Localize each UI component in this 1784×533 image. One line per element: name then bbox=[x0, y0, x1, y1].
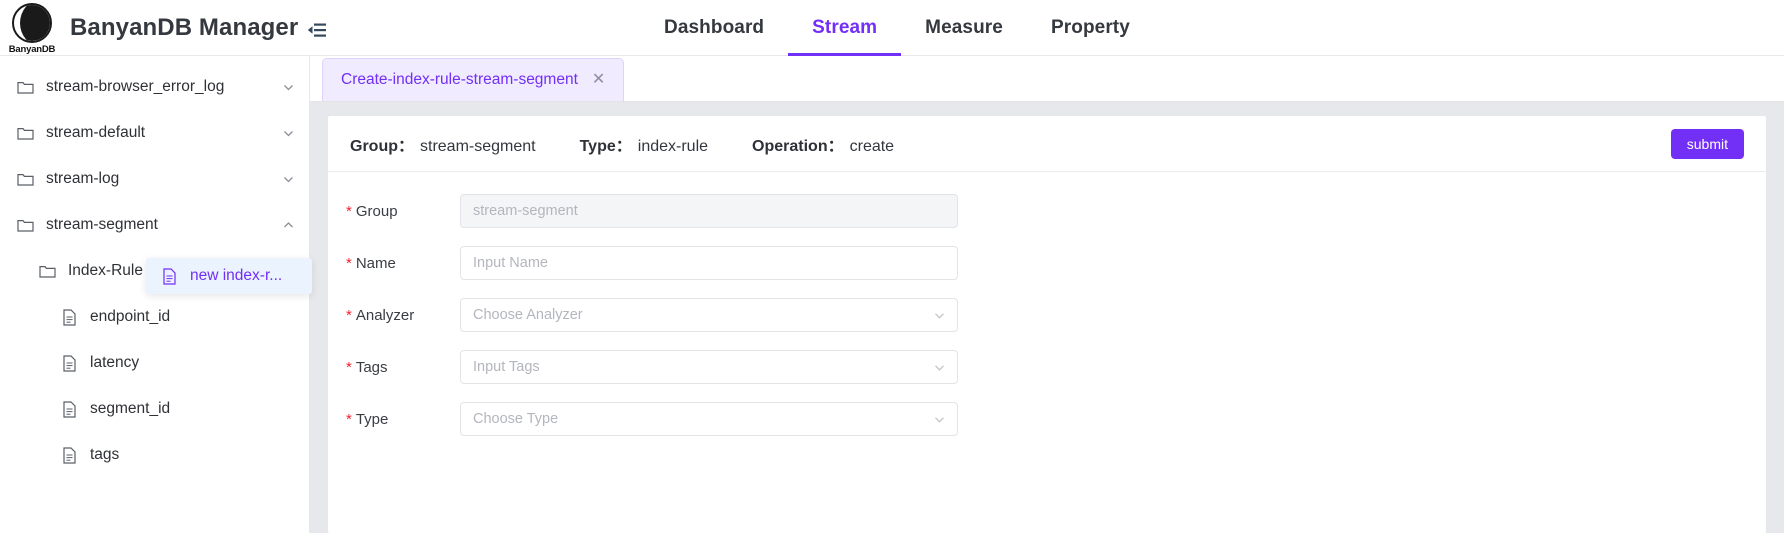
meta-group: Group： stream-segment bbox=[350, 132, 536, 156]
file-icon bbox=[58, 401, 80, 418]
meta-group-key: Group： bbox=[350, 132, 414, 156]
folder-icon bbox=[14, 126, 36, 141]
nav-item-measure[interactable]: Measure bbox=[901, 0, 1027, 56]
chevron-down-icon[interactable] bbox=[281, 126, 295, 140]
sidebar-item-label: stream-browser_error_log bbox=[46, 78, 281, 96]
tab-label: Create-index-rule-stream-segment bbox=[341, 71, 578, 89]
form-row-name: *Name Input Name bbox=[328, 246, 1766, 280]
form-label-text: Analyzer bbox=[356, 307, 414, 324]
sidebar-item-label: tags bbox=[90, 446, 295, 464]
index-rule-form: *Group stream-segment *Name Input Name bbox=[328, 172, 1766, 436]
form-label-text: Tags bbox=[356, 359, 388, 376]
form-label-analyzer: *Analyzer bbox=[328, 307, 460, 324]
meta-operation: Operation： create bbox=[752, 132, 894, 156]
folder-icon bbox=[36, 264, 58, 279]
chevron-up-icon[interactable] bbox=[281, 218, 295, 232]
nav-item-property[interactable]: Property bbox=[1027, 0, 1154, 56]
type-select[interactable]: Choose Type bbox=[460, 402, 958, 436]
name-input[interactable]: Input Name bbox=[460, 246, 958, 280]
name-input-placeholder: Input Name bbox=[473, 255, 548, 271]
sidebar-item-tags[interactable]: tags bbox=[0, 432, 309, 478]
required-marker: * bbox=[346, 203, 352, 220]
nav-item-dashboard[interactable]: Dashboard bbox=[640, 0, 788, 56]
file-icon bbox=[58, 309, 80, 326]
form-label-group: *Group bbox=[328, 203, 460, 220]
group-input-value: stream-segment bbox=[473, 203, 578, 219]
meta-group-value: stream-segment bbox=[420, 138, 536, 156]
meta-type-key: Type： bbox=[580, 132, 632, 156]
sidebar-tree: stream-browser_error_log stream-default … bbox=[0, 56, 310, 533]
submit-button[interactable]: submit bbox=[1671, 129, 1744, 159]
chevron-down-icon bbox=[933, 299, 946, 331]
sidebar-item-label: endpoint_id bbox=[90, 308, 295, 326]
file-icon bbox=[58, 355, 80, 372]
meta-type: Type： index-rule bbox=[580, 132, 708, 156]
tags-select[interactable]: Input Tags bbox=[460, 350, 958, 384]
tab-bar: Create-index-rule-stream-segment ✕ bbox=[310, 56, 1784, 102]
form-row-tags: *Tags Input Tags bbox=[328, 350, 1766, 384]
sidebar-item-label: segment_id bbox=[90, 400, 295, 418]
form-card: Group： stream-segment Type： index-rule O… bbox=[328, 116, 1766, 533]
content-area: Group： stream-segment Type： index-rule O… bbox=[310, 102, 1784, 533]
sidebar-item-stream-log[interactable]: stream-log bbox=[0, 156, 309, 202]
banyandb-logo-icon bbox=[12, 3, 52, 43]
chevron-down-icon[interactable] bbox=[281, 172, 295, 186]
group-input: stream-segment bbox=[460, 194, 958, 228]
body-wrapper: stream-browser_error_log stream-default … bbox=[0, 56, 1784, 533]
sidebar-item-latency[interactable]: latency bbox=[0, 340, 309, 386]
form-label-type: *Type bbox=[328, 411, 460, 428]
sidebar-item-stream-browser-error-log[interactable]: stream-browser_error_log bbox=[0, 64, 309, 110]
required-marker: * bbox=[346, 255, 352, 272]
nav-item-stream[interactable]: Stream bbox=[788, 0, 901, 56]
tab-create-index-rule-stream-segment[interactable]: Create-index-rule-stream-segment ✕ bbox=[322, 58, 624, 101]
app-title: BanyanDB Manager bbox=[70, 14, 298, 42]
sidebar-item-endpoint-id[interactable]: endpoint_id bbox=[0, 294, 309, 340]
file-icon bbox=[158, 268, 180, 285]
chevron-down-icon bbox=[933, 403, 946, 435]
sidebar-item-stream-segment[interactable]: stream-segment bbox=[0, 202, 309, 248]
brand: BanyanDB BanyanDB Manager bbox=[0, 1, 327, 55]
type-select-placeholder: Choose Type bbox=[473, 411, 558, 427]
main-panel: Create-index-rule-stream-segment ✕ Group… bbox=[310, 56, 1784, 533]
sidebar-item-label: stream-segment bbox=[46, 216, 281, 234]
sidebar-item-stream-default[interactable]: stream-default bbox=[0, 110, 309, 156]
close-icon[interactable]: ✕ bbox=[592, 72, 605, 88]
form-label-text: Name bbox=[356, 255, 396, 272]
folder-icon bbox=[14, 80, 36, 95]
sidebar-item-label: latency bbox=[90, 354, 295, 372]
form-card-header: Group： stream-segment Type： index-rule O… bbox=[328, 116, 1766, 172]
required-marker: * bbox=[346, 411, 352, 428]
logo: BanyanDB bbox=[6, 3, 58, 55]
form-label-name: *Name bbox=[328, 255, 460, 272]
sidebar-item-segment-id[interactable]: segment_id bbox=[0, 386, 309, 432]
file-icon bbox=[58, 447, 80, 464]
folder-icon bbox=[14, 218, 36, 233]
chevron-down-icon[interactable] bbox=[281, 80, 295, 94]
sidebar-item-label: new index-r... bbox=[190, 267, 282, 285]
chevron-down-icon bbox=[933, 351, 946, 383]
analyzer-select-placeholder: Choose Analyzer bbox=[473, 307, 583, 323]
app-header: BanyanDB BanyanDB Manager Dashboard Stre… bbox=[0, 0, 1784, 56]
meta-type-value: index-rule bbox=[638, 138, 708, 156]
form-label-text: Group bbox=[356, 203, 398, 220]
form-label-text: Type bbox=[356, 411, 389, 428]
menu-fold-icon[interactable] bbox=[307, 20, 327, 40]
sidebar-item-label: stream-log bbox=[46, 170, 281, 188]
meta-operation-key: Operation： bbox=[752, 132, 844, 156]
meta-operation-value: create bbox=[850, 138, 894, 156]
form-row-type: *Type Choose Type bbox=[328, 402, 1766, 436]
main-nav: Dashboard Stream Measure Property bbox=[640, 0, 1154, 56]
logo-label: BanyanDB bbox=[9, 44, 55, 55]
form-row-analyzer: *Analyzer Choose Analyzer bbox=[328, 298, 1766, 332]
required-marker: * bbox=[346, 359, 352, 376]
sidebar-item-label: stream-default bbox=[46, 124, 281, 142]
analyzer-select[interactable]: Choose Analyzer bbox=[460, 298, 958, 332]
form-row-group: *Group stream-segment bbox=[328, 194, 1766, 228]
folder-icon bbox=[14, 172, 36, 187]
sidebar-item-new-index-rule[interactable]: new index-r... bbox=[146, 258, 312, 294]
form-label-tags: *Tags bbox=[328, 359, 460, 376]
tags-select-placeholder: Input Tags bbox=[473, 359, 540, 375]
required-marker: * bbox=[346, 307, 352, 324]
